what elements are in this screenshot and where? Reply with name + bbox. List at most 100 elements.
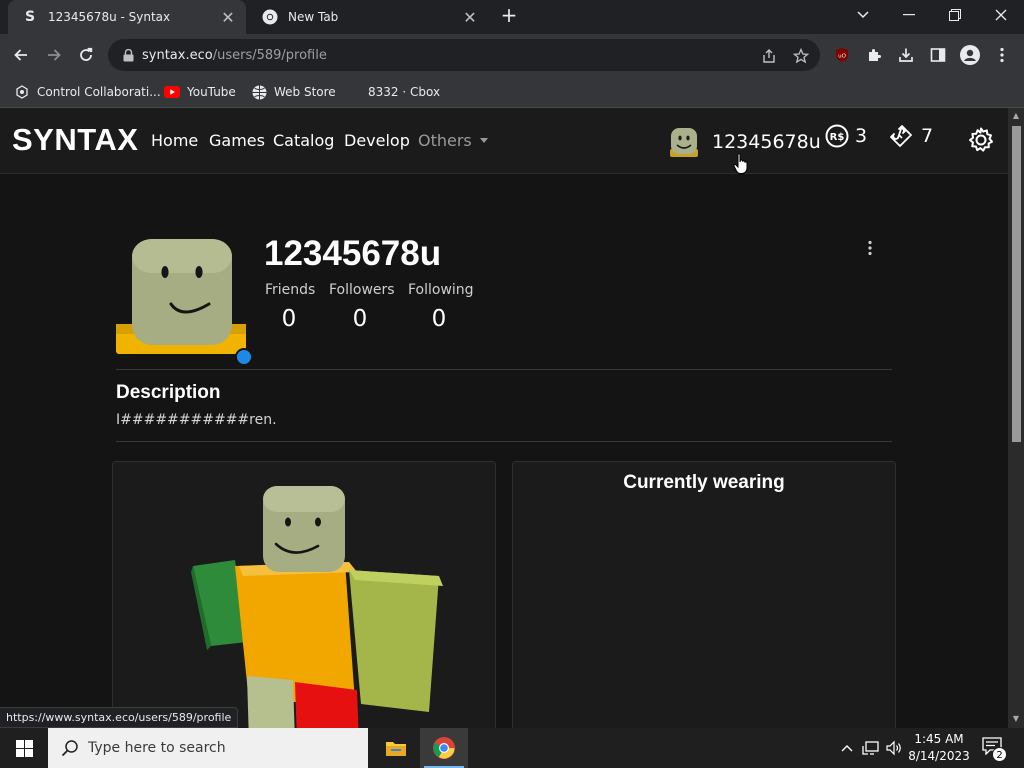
notification-center-icon[interactable]: 2 xyxy=(982,737,1007,762)
reload-icon[interactable] xyxy=(73,42,99,68)
bookmarks-bar: Control Collaborati... YouTube Web Store… xyxy=(0,76,1024,108)
bookmark-control-collab[interactable]: Control Collaborati... xyxy=(14,82,161,102)
nav-catalog[interactable]: Catalog xyxy=(273,131,334,150)
tab-title: 12345678u - Syntax xyxy=(48,10,171,24)
search-icon xyxy=(60,738,80,758)
new-tab-button[interactable]: + xyxy=(494,0,524,30)
youtube-icon xyxy=(164,84,180,100)
scroll-down-icon[interactable]: ▼ xyxy=(1011,714,1021,724)
browser-toolbar: syntax.eco/users/589/profile uO xyxy=(0,34,1024,76)
extensions-icon[interactable] xyxy=(864,45,884,65)
notification-count-badge: 2 xyxy=(992,747,1007,762)
browser-tab-syntax[interactable]: S 12345678u - Syntax ✕ xyxy=(8,0,246,34)
page-scrollbar[interactable]: ▲ ▼ xyxy=(1008,108,1024,728)
share-icon[interactable] xyxy=(760,47,778,65)
bookmark-star-icon[interactable] xyxy=(792,47,810,65)
browser-tab-new[interactable]: New Tab ✕ xyxy=(248,0,488,34)
avatar-3d-render xyxy=(191,486,443,728)
bookmark-youtube[interactable]: YouTube xyxy=(164,82,236,102)
scrollbar-thumb[interactable] xyxy=(1012,126,1021,442)
site-navbar: SYNTAX Home Games Catalog Develop Others… xyxy=(0,108,1008,174)
clock-time: 1:45 AM xyxy=(914,732,964,746)
side-panel-icon[interactable] xyxy=(928,45,948,65)
windows-taskbar: Type here to search 1:45 AM 8/14/2023 2 xyxy=(0,728,1024,768)
tab-search-icon[interactable] xyxy=(840,0,886,30)
nav-others-label: Others xyxy=(418,131,472,150)
forward-icon[interactable] xyxy=(41,42,67,68)
svg-text:uO: uO xyxy=(838,54,846,60)
currently-wearing-card: Currently wearing xyxy=(512,461,896,728)
search-placeholder: Type here to search xyxy=(88,740,226,756)
divider xyxy=(116,369,892,370)
minimize-icon[interactable] xyxy=(886,0,932,30)
ticket-icon xyxy=(890,125,912,147)
site-logo[interactable]: SYNTAX xyxy=(12,122,138,158)
nav-avatar-icon xyxy=(670,128,698,157)
avatar-3d-card[interactable] xyxy=(112,461,496,728)
clock-date: 8/14/2023 xyxy=(908,749,970,763)
web-store-icon xyxy=(251,84,267,100)
control-collab-icon xyxy=(14,84,30,100)
profile-avatar-icon[interactable] xyxy=(960,45,980,65)
friends-count: 0 xyxy=(281,306,297,332)
bookmark-label: YouTube xyxy=(187,85,236,99)
followers-label[interactable]: Followers xyxy=(329,282,395,298)
tickets-balance[interactable]: 7 xyxy=(889,124,933,148)
back-icon[interactable] xyxy=(8,42,34,68)
tab-title: New Tab xyxy=(288,10,339,24)
bookmark-label: Control Collaborati... xyxy=(37,85,161,99)
online-status-indicator xyxy=(235,348,253,366)
nav-others-dropdown[interactable]: Others xyxy=(418,131,488,150)
close-tab-icon[interactable]: ✕ xyxy=(216,5,240,29)
hand-cursor-icon xyxy=(733,153,748,174)
more-menu-icon[interactable] xyxy=(992,45,1012,65)
following-count: 0 xyxy=(431,306,447,332)
divider xyxy=(116,441,892,442)
bookmark-web-store[interactable]: Web Store xyxy=(251,82,336,102)
close-tab-icon[interactable]: ✕ xyxy=(458,5,482,29)
caret-down-icon xyxy=(479,138,488,143)
following-label[interactable]: Following xyxy=(408,282,474,298)
url-text: syntax.eco/users/589/profile xyxy=(142,48,327,63)
taskbar-search-box[interactable]: Type here to search xyxy=(48,728,368,768)
profile-avatar xyxy=(116,239,246,354)
description-heading: Description xyxy=(116,382,221,403)
network-icon[interactable] xyxy=(862,739,880,757)
chrome-taskbar-icon[interactable] xyxy=(420,728,468,768)
tickets-count: 7 xyxy=(921,125,934,147)
ublock-origin-icon[interactable]: uO xyxy=(832,45,852,65)
lock-icon[interactable] xyxy=(122,48,134,62)
close-window-icon[interactable] xyxy=(978,0,1024,30)
nav-develop[interactable]: Develop xyxy=(344,131,410,150)
download-icon[interactable] xyxy=(896,45,916,65)
robux-icon: R$ xyxy=(825,124,849,148)
restore-icon[interactable] xyxy=(932,0,978,30)
robux-balance[interactable]: R$ 3 xyxy=(825,124,867,148)
nav-username: 12345678u xyxy=(712,131,821,153)
scroll-up-icon[interactable]: ▲ xyxy=(1011,111,1021,121)
bookmark-cbox[interactable]: 8332 · Cbox xyxy=(368,82,440,102)
robux-count: 3 xyxy=(855,125,868,147)
description-text: I###########ren. xyxy=(116,412,277,428)
page-viewport: SYNTAX Home Games Catalog Develop Others… xyxy=(0,108,1008,728)
url-host: syntax.eco xyxy=(142,47,213,63)
url-path: /users/589/profile xyxy=(212,47,327,63)
profile-username: 12345678u xyxy=(264,234,442,273)
friends-label[interactable]: Friends xyxy=(265,282,315,298)
nav-home[interactable]: Home xyxy=(151,131,198,150)
windows-start-icon[interactable] xyxy=(0,728,48,768)
show-hidden-icons-icon[interactable] xyxy=(838,739,856,757)
settings-gear-icon[interactable] xyxy=(967,126,995,158)
volume-icon[interactable] xyxy=(885,739,903,757)
svg-text:R$: R$ xyxy=(830,132,845,143)
syntax-favicon: S xyxy=(24,9,36,25)
address-bar[interactable]: syntax.eco/users/589/profile xyxy=(108,39,820,71)
file-explorer-icon[interactable] xyxy=(372,728,420,768)
nav-games[interactable]: Games xyxy=(209,131,265,150)
chrome-icon xyxy=(262,9,278,25)
system-clock[interactable]: 1:45 AM 8/14/2023 xyxy=(904,731,974,765)
bookmark-label: Web Store xyxy=(274,85,336,99)
browser-tab-strip: S 12345678u - Syntax ✕ New Tab ✕ + xyxy=(0,0,1024,34)
followers-count: 0 xyxy=(352,306,368,332)
profile-options-icon[interactable] xyxy=(860,236,880,260)
